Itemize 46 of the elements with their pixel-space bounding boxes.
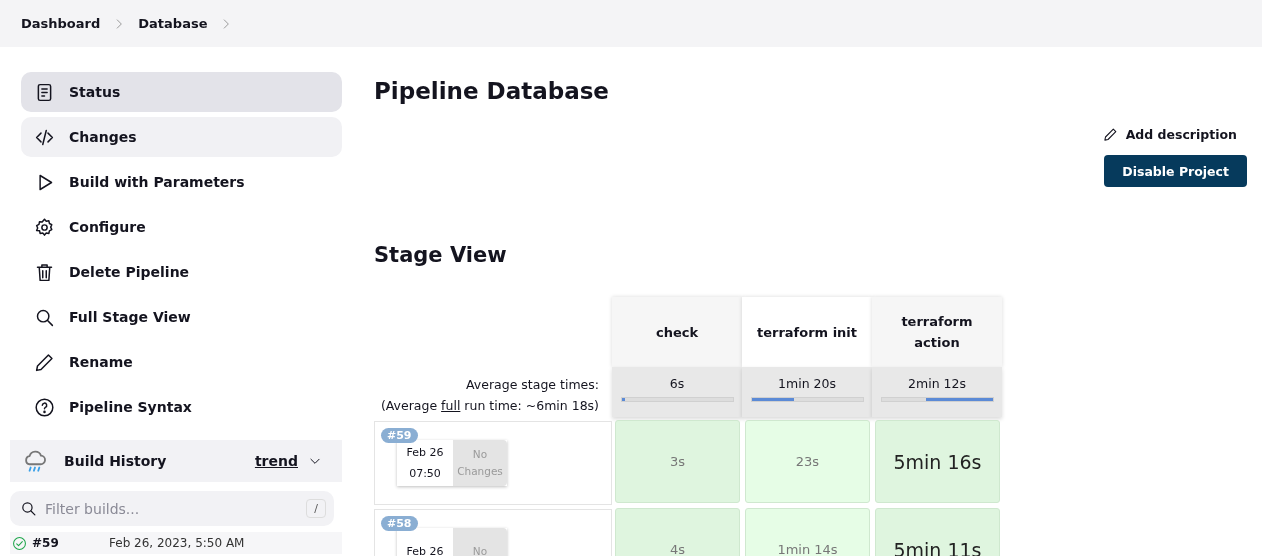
cloud-rain-icon — [22, 448, 48, 474]
stage-cell[interactable]: 4s — [615, 508, 740, 556]
build-link[interactable]: #59 — [32, 536, 104, 550]
stage-header: terraform action — [872, 297, 1002, 367]
average-time: 2min 12s — [908, 376, 966, 391]
sidebar-item[interactable]: Configure — [21, 207, 342, 247]
average-run-time: (Average full run time: ~6min 18s) — [380, 397, 599, 415]
trash-icon — [34, 261, 55, 283]
stage-header: check — [612, 297, 742, 367]
breadcrumb-link[interactable]: Database — [138, 16, 208, 31]
pencil-icon — [1102, 127, 1118, 142]
build-date: Feb 26, 2023, 5:50 AM — [109, 536, 245, 550]
shortcut-key: / — [306, 499, 326, 518]
help-icon — [34, 396, 55, 418]
changes-label: No Changes — [453, 440, 507, 486]
add-description-link[interactable]: Add description — [1102, 127, 1237, 142]
changes-label: No — [453, 528, 507, 556]
stage-cell[interactable]: 5min 11s — [875, 508, 1000, 556]
full-link[interactable]: full — [441, 398, 461, 413]
average-time: 1min 20s — [778, 376, 836, 391]
run-time: 07:50 — [409, 467, 441, 480]
sidebar-item[interactable]: Pipeline Syntax — [21, 387, 342, 427]
stage-cell[interactable]: 3s — [615, 420, 740, 503]
stage-header: terraform init — [742, 297, 872, 367]
sidebar-item[interactable]: Delete Pipeline — [21, 252, 342, 292]
stage-cell[interactable]: 1min 14s — [745, 508, 870, 556]
sidebar-item[interactable]: Changes — [21, 117, 342, 157]
sidebar-item[interactable]: Full Stage View — [21, 297, 342, 337]
breadcrumb-link[interactable]: Dashboard — [21, 16, 101, 31]
trend-link[interactable]: trend — [254, 453, 298, 469]
section-title: Build History — [64, 453, 168, 469]
stage-cell[interactable]: 23s — [745, 420, 870, 503]
average-label: Average stage times: — [466, 376, 599, 394]
stage-cell[interactable]: 5min 16s — [875, 420, 1000, 503]
disable-project-button[interactable]: Disable Project — [1104, 155, 1247, 187]
pencil-icon — [34, 351, 55, 373]
sidebar-item[interactable]: Rename — [21, 342, 342, 382]
run-date: Feb 26 — [406, 446, 444, 459]
sidebar-item[interactable]: Status — [21, 72, 342, 112]
section-title: Stage View — [374, 243, 508, 267]
sidebar-item[interactable]: Build with Parameters — [21, 162, 342, 202]
run-date: Feb 26 — [406, 544, 444, 556]
search-icon — [20, 500, 37, 517]
page-title: Pipeline Database — [374, 77, 610, 106]
settings-icon — [34, 216, 55, 238]
average-time: 6s — [669, 376, 685, 391]
